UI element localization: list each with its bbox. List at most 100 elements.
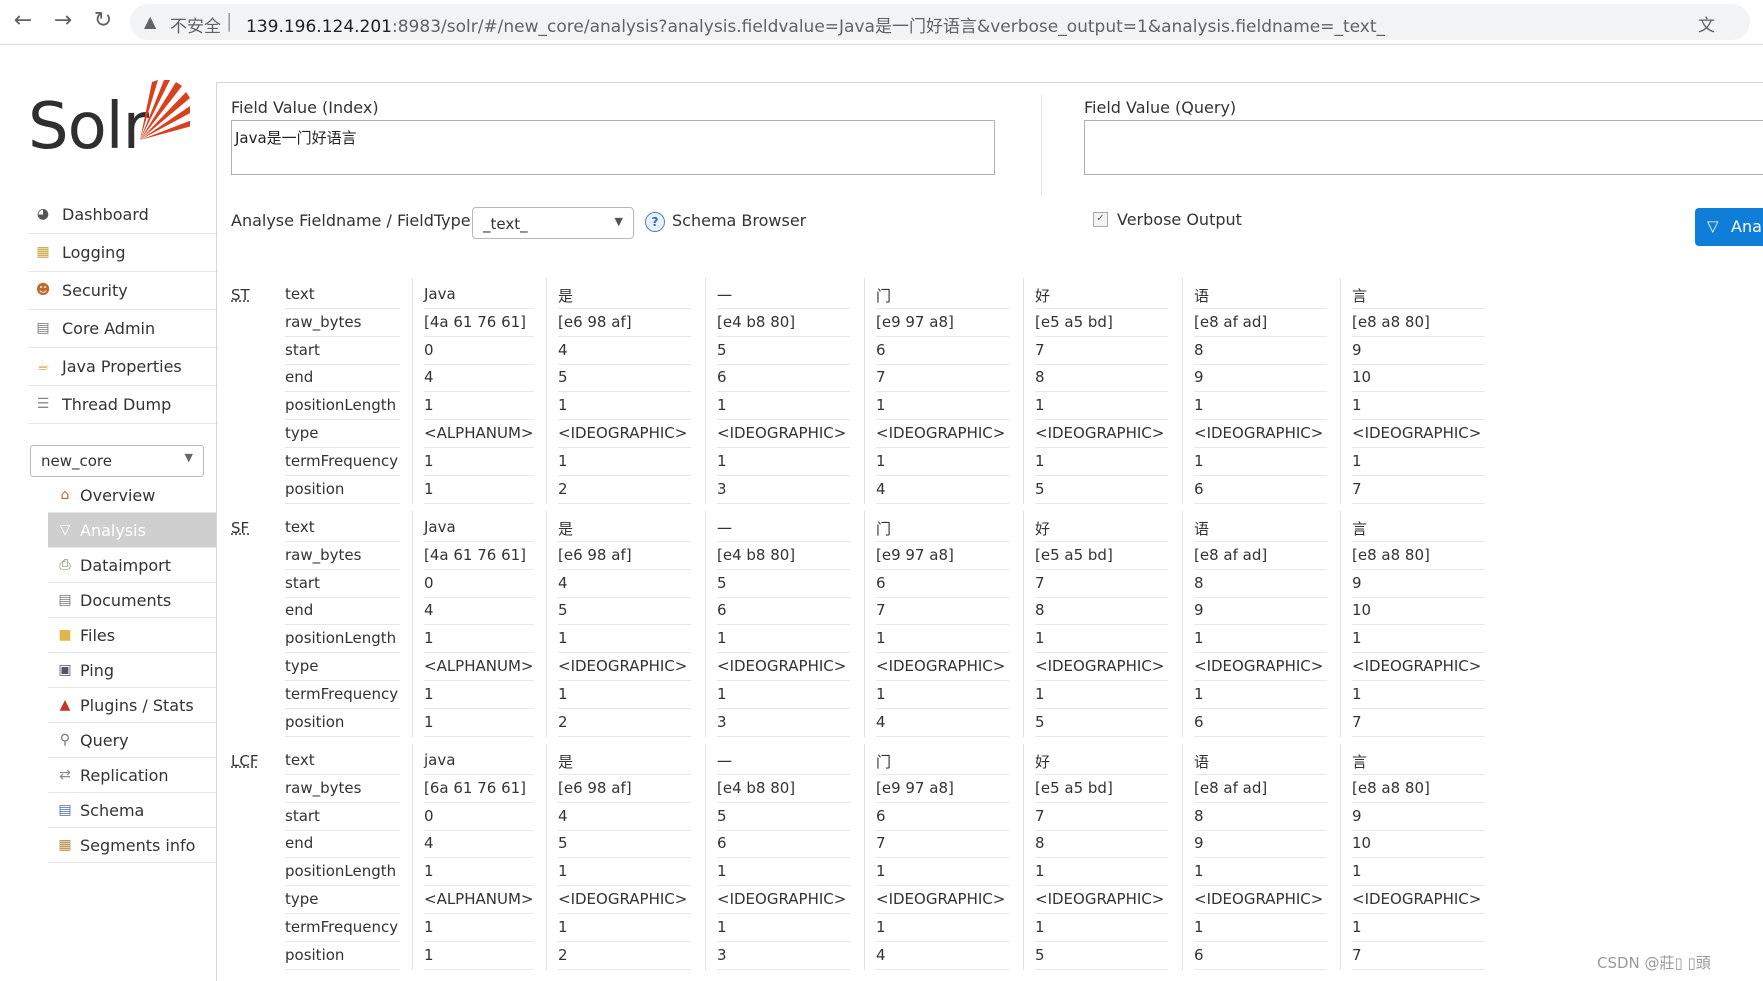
token-end: 10 bbox=[1352, 598, 1485, 626]
field-value-query-input[interactable] bbox=[1084, 120, 1763, 175]
attribute-label: type bbox=[285, 887, 400, 914]
token-type: <IDEOGRAPHIC> bbox=[1352, 654, 1485, 681]
token-positionlength: 1 bbox=[1352, 859, 1485, 887]
token-raw_bytes: [e6 98 af] bbox=[558, 776, 691, 803]
core-menu-item-label: Overview bbox=[80, 486, 156, 505]
chevron-down-icon: ▼ bbox=[184, 451, 193, 464]
token-position: 1 bbox=[424, 710, 534, 737]
overview-icon: ⌂ bbox=[60, 487, 70, 503]
core-selector[interactable]: new_core ▼ bbox=[30, 445, 204, 477]
token-text: java bbox=[424, 748, 534, 775]
files-icon: ■ bbox=[58, 627, 72, 643]
token-termfrequency: 1 bbox=[1194, 682, 1327, 709]
token-termfrequency: 1 bbox=[1352, 915, 1485, 942]
address-bar[interactable]: ▲ 不安全 | 139.196.124.201:8983/solr/#/new_… bbox=[130, 4, 1750, 40]
solr-logo[interactable]: Solr bbox=[28, 78, 198, 168]
stage-abbr[interactable]: ST bbox=[231, 286, 250, 304]
analyse-fieldname-label: Analyse Fieldname / FieldType: bbox=[231, 211, 477, 230]
token-termfrequency: 1 bbox=[717, 915, 850, 942]
core-menu-item-replication[interactable]: ⇄ Replication bbox=[48, 758, 216, 793]
core-menu-item-dataimport[interactable]: ⎙ Dataimport bbox=[48, 548, 216, 583]
core-menu-item-query[interactable]: ⚲ Query bbox=[48, 723, 216, 758]
token-position: 5 bbox=[1035, 710, 1168, 737]
reload-icon[interactable]: ↻ bbox=[88, 6, 118, 36]
token-end: 8 bbox=[1035, 365, 1168, 393]
token-type: <IDEOGRAPHIC> bbox=[1352, 421, 1485, 448]
insecure-label[interactable]: 不安全 bbox=[170, 12, 221, 37]
url-text[interactable]: 139.196.124.201:8983/solr/#/new_core/ana… bbox=[246, 12, 1385, 37]
token-separator bbox=[864, 278, 865, 505]
token-type: <IDEOGRAPHIC> bbox=[1194, 654, 1327, 681]
core-menu-item-ping[interactable]: ▣ Ping bbox=[48, 653, 216, 688]
menu-item-security[interactable]: ☻ Security bbox=[28, 272, 218, 310]
token-separator bbox=[1340, 744, 1341, 971]
verbose-output-label[interactable]: Verbose Output bbox=[1117, 210, 1242, 229]
token-text: Java bbox=[424, 282, 534, 309]
core-menu-item-analysis[interactable]: ▽ Analysis bbox=[48, 513, 216, 548]
menu-item-java-properties[interactable]: ☕ Java Properties bbox=[28, 348, 218, 386]
token-termfrequency: 1 bbox=[424, 449, 534, 476]
token-type: <IDEOGRAPHIC> bbox=[717, 421, 850, 448]
translate-icon[interactable]: 文 bbox=[1698, 11, 1715, 36]
token-type: <IDEOGRAPHIC> bbox=[558, 421, 691, 448]
core-menu-item-schema[interactable]: ▤ Schema bbox=[48, 793, 216, 828]
field-value-index-input[interactable]: Java是一门好语言 bbox=[231, 120, 995, 175]
warning-icon[interactable]: ▲ bbox=[144, 12, 156, 31]
token-positionlength: 1 bbox=[424, 393, 534, 421]
attribute-label: raw_bytes bbox=[285, 776, 400, 803]
core-menu-item-documents[interactable]: ▤ Documents bbox=[48, 583, 216, 618]
core-menu-item-overview[interactable]: ⌂ Overview bbox=[48, 478, 216, 513]
core-menu-item-files[interactable]: ■ Files bbox=[48, 618, 216, 653]
attribute-label: positionLength bbox=[285, 626, 400, 654]
token-text: 言 bbox=[1352, 515, 1485, 542]
token-separator bbox=[1023, 278, 1024, 505]
analyse-values-button[interactable]: ▽ Anal bbox=[1695, 208, 1763, 246]
core-menu-item-label: Segments info bbox=[80, 836, 196, 855]
attribute-label: positionLength bbox=[285, 393, 400, 421]
menu-item-logging[interactable]: ▦ Logging bbox=[28, 234, 218, 272]
token-separator bbox=[705, 744, 706, 971]
token-termfrequency: 1 bbox=[424, 915, 534, 942]
token-text: 门 bbox=[876, 282, 1009, 309]
menu-item-dashboard[interactable]: ◕ Dashboard bbox=[28, 196, 218, 234]
help-icon[interactable]: ? bbox=[645, 212, 665, 232]
token-type: <IDEOGRAPHIC> bbox=[717, 887, 850, 914]
token-raw_bytes: [e8 a8 80] bbox=[1352, 776, 1485, 803]
core-menu-item-plugins[interactable]: ▲ Plugins / Stats bbox=[48, 688, 216, 723]
forward-arrow-icon[interactable]: → bbox=[48, 6, 78, 36]
attribute-label: text bbox=[285, 748, 400, 775]
token-positionlength: 1 bbox=[558, 626, 691, 654]
stage-abbr[interactable]: LCF bbox=[231, 752, 258, 770]
token-raw_bytes: [e6 98 af] bbox=[558, 543, 691, 570]
token-separator bbox=[546, 278, 547, 505]
attribute-label: termFrequency bbox=[285, 682, 400, 709]
attribute-label: raw_bytes bbox=[285, 310, 400, 337]
token-text: Java bbox=[424, 515, 534, 542]
menu-item-core-admin[interactable]: ▤ Core Admin bbox=[28, 310, 218, 348]
fieldtype-select[interactable]: _text_ ▼ bbox=[472, 207, 634, 239]
token-end: 4 bbox=[424, 365, 534, 393]
menu-item-label: Security bbox=[62, 281, 128, 300]
attribute-label: positionLength bbox=[285, 859, 400, 887]
menu-item-thread-dump[interactable]: ☰ Thread Dump bbox=[28, 386, 218, 424]
token-position: 6 bbox=[1194, 477, 1327, 504]
token-separator bbox=[412, 511, 413, 738]
token-raw_bytes: [4a 61 76 61] bbox=[424, 543, 534, 570]
schema-browser-link[interactable]: Schema Browser bbox=[672, 211, 806, 230]
token-start: 6 bbox=[876, 804, 1009, 831]
token-end: 10 bbox=[1352, 365, 1485, 393]
token-termfrequency: 1 bbox=[558, 915, 691, 942]
core-menu-item-segments[interactable]: ▦ Segments info bbox=[48, 828, 216, 863]
token-type: <IDEOGRAPHIC> bbox=[876, 421, 1009, 448]
token-termfrequency: 1 bbox=[1035, 449, 1168, 476]
stage-abbr[interactable]: SF bbox=[231, 519, 249, 537]
token-termfrequency: 1 bbox=[1194, 915, 1327, 942]
back-arrow-icon[interactable]: ← bbox=[8, 6, 38, 36]
token-start: 9 bbox=[1352, 338, 1485, 365]
token-type: <IDEOGRAPHIC> bbox=[1035, 421, 1168, 448]
token-raw_bytes: [6a 61 76 61] bbox=[424, 776, 534, 803]
token-positionlength: 1 bbox=[558, 393, 691, 421]
menu-item-label: Dashboard bbox=[62, 205, 149, 224]
verbose-output-checkbox[interactable]: ✓ bbox=[1093, 212, 1108, 227]
token-start: 6 bbox=[876, 571, 1009, 598]
